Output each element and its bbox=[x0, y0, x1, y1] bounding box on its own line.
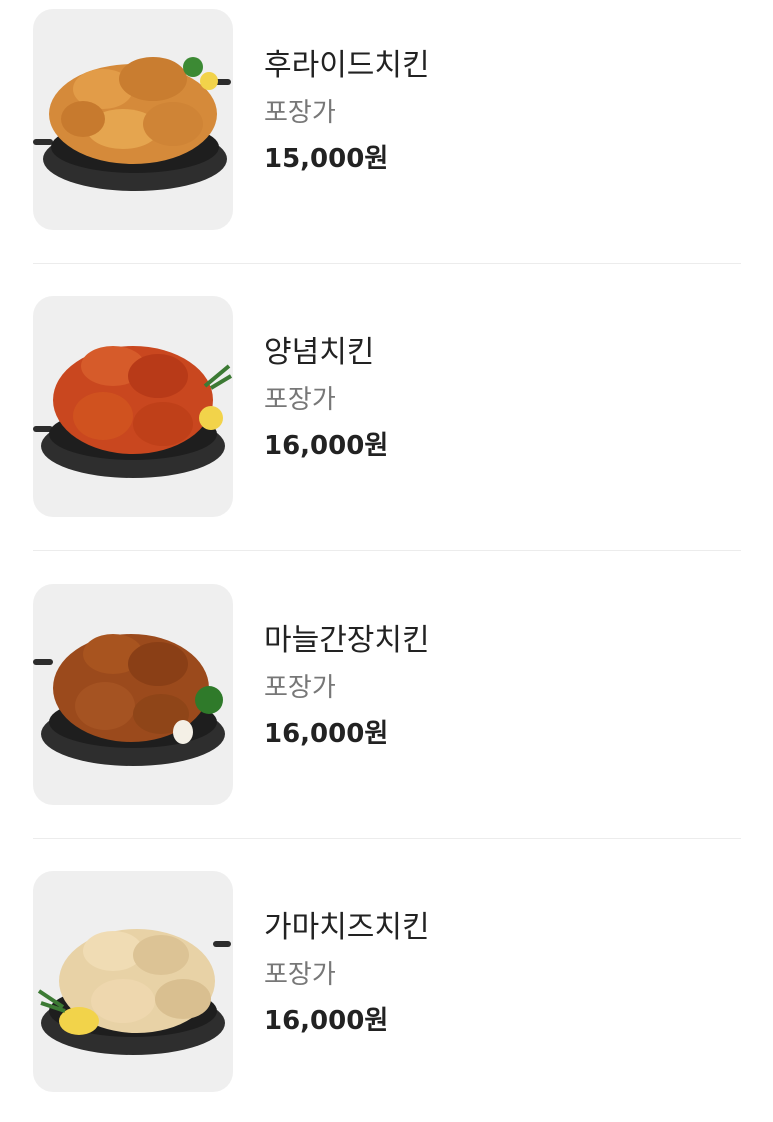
menu-item-name: 마늘간장치킨 bbox=[264, 623, 430, 658]
menu-item-image[interactable] bbox=[33, 871, 233, 1092]
menu-item-cheese-chicken[interactable]: 가마치즈치킨 포장가 16,000원 bbox=[0, 862, 773, 1122]
menu-item-fried-chicken[interactable]: 후라이드치킨 포장가 15,000원 bbox=[0, 0, 773, 260]
menu-item-info: 양념치킨 포장가 16,000원 bbox=[264, 331, 388, 465]
menu-item-price: 16,000원 bbox=[264, 1006, 389, 1036]
menu-item-name: 후라이드치킨 bbox=[264, 48, 430, 83]
menu-item-price: 15,000원 bbox=[264, 144, 389, 174]
menu-item-option: 포장가 bbox=[264, 98, 336, 128]
cheese-chicken-icon bbox=[37, 929, 231, 1055]
fried-chicken-icon bbox=[33, 57, 233, 199]
menu-item-image[interactable] bbox=[33, 584, 233, 805]
divider bbox=[33, 263, 741, 264]
divider bbox=[33, 838, 741, 839]
menu-item-info: 후라이드치킨 포장가 15,000원 bbox=[264, 44, 430, 178]
seasoned-chicken-icon bbox=[33, 346, 233, 478]
menu-item-info: 가마치즈치킨 포장가 16,000원 bbox=[264, 906, 430, 1040]
menu-item-option: 포장가 bbox=[264, 385, 336, 415]
divider bbox=[33, 550, 741, 551]
menu-item-name: 양념치킨 bbox=[264, 335, 375, 370]
menu-item-name: 가마치즈치킨 bbox=[264, 910, 430, 945]
menu-item-seasoned-chicken[interactable]: 양념치킨 포장가 16,000원 bbox=[0, 287, 773, 547]
menu-item-garlic-soy-chicken[interactable]: 마늘간장치킨 포장가 16,000원 bbox=[0, 575, 773, 835]
menu-item-image[interactable] bbox=[33, 296, 233, 517]
menu-item-option: 포장가 bbox=[264, 673, 336, 703]
menu-list: 후라이드치킨 포장가 15,000원 양념치킨 포장가 16,000원 마늘간장… bbox=[0, 0, 773, 1111]
menu-item-image[interactable] bbox=[33, 9, 233, 230]
menu-item-price: 16,000원 bbox=[264, 431, 389, 461]
garlic-soy-chicken-icon bbox=[33, 634, 225, 766]
menu-item-option: 포장가 bbox=[264, 960, 336, 990]
menu-item-price: 16,000원 bbox=[264, 719, 389, 749]
menu-item-info: 마늘간장치킨 포장가 16,000원 bbox=[264, 619, 430, 753]
